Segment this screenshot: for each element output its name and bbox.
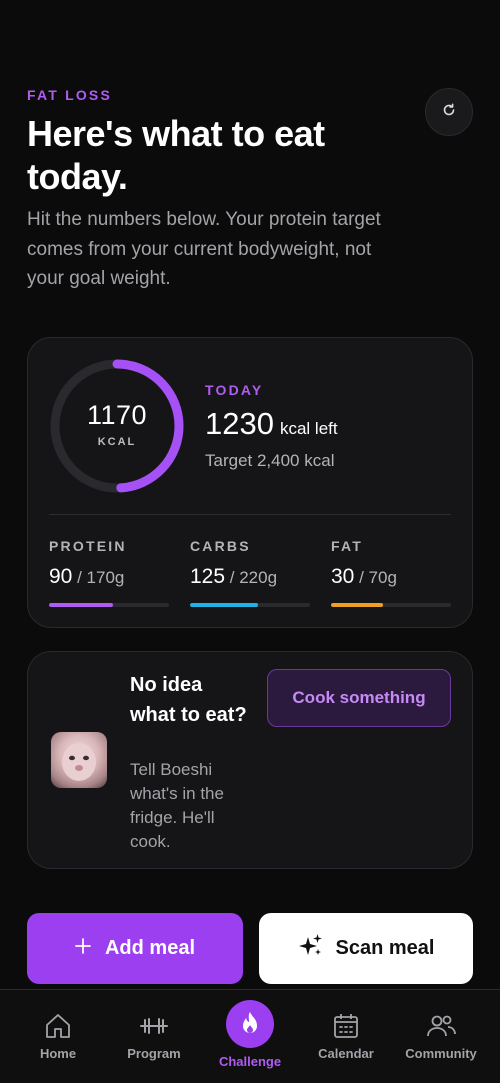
macro-protein: PROTEIN 90 / 170g: [49, 538, 169, 607]
tab-home[interactable]: Home: [10, 1012, 106, 1061]
macro-value: 90: [49, 565, 73, 588]
calories-consumed: 1170: [86, 400, 148, 430]
macro-carbs: CARBS 125 / 220g: [190, 538, 310, 607]
cook-title: No idea what to eat?: [130, 674, 247, 726]
macro-progress-fill: [190, 603, 259, 607]
goal-eyebrow: FAT LOSS: [27, 87, 113, 103]
macro-progress-track: [49, 603, 169, 607]
macro-label: CARBS: [190, 538, 251, 554]
tab-community[interactable]: Community: [393, 1012, 489, 1061]
add-meal-button[interactable]: Add meal: [27, 913, 243, 984]
macro-progress-fill: [331, 603, 383, 607]
macro-progress-track: [190, 603, 310, 607]
tab-label: Program: [127, 1046, 181, 1061]
kcal-left: 1230 kcal left: [205, 406, 338, 442]
macro-progress-track: [331, 603, 451, 607]
scan-meal-button[interactable]: Scan meal: [259, 913, 473, 984]
challenge-button-circle: [226, 1000, 274, 1048]
sparkles-icon: [298, 933, 324, 965]
calories-unit: KCAL: [97, 436, 137, 448]
scan-meal-label: Scan meal: [335, 937, 435, 959]
tab-label: Community: [405, 1046, 477, 1061]
macro-goal: 70g: [368, 568, 397, 587]
tab-program[interactable]: Program: [106, 1012, 202, 1061]
macro-values: 90 / 170g: [49, 565, 125, 588]
calorie-target: Target 2,400 kcal: [205, 451, 335, 470]
macro-label: FAT: [331, 538, 364, 554]
flame-icon: [240, 1011, 260, 1038]
tab-calendar[interactable]: Calendar: [298, 1012, 394, 1061]
page-title: Here's what to eat today.: [27, 113, 325, 197]
cook-suggestion-card: No idea what to eat? Tell Boeshi what's …: [27, 651, 473, 869]
cook-subtitle: Tell Boeshi what's in the fridge. He'll …: [130, 760, 224, 851]
dumbbell-icon: [139, 1016, 169, 1039]
macro-value: 125: [190, 565, 226, 588]
kcal-left-unit: kcal left: [279, 419, 338, 438]
plus-icon: [75, 937, 91, 960]
macro-values: 125 / 220g: [190, 565, 278, 588]
macro-label: PROTEIN: [49, 538, 127, 554]
add-meal-label: Add meal: [104, 937, 196, 959]
page-subtitle: Hit the numbers below. Your protein targ…: [27, 209, 381, 289]
macro-values: 30 / 70g: [331, 565, 397, 588]
people-icon: [426, 1013, 456, 1042]
macro-fat: FAT 30 / 70g: [331, 538, 451, 607]
kcal-left-value: 1230: [205, 406, 274, 441]
macro-progress-fill: [49, 603, 113, 607]
macro-value: 30: [331, 565, 355, 588]
tab-label: Challenge: [218, 1054, 282, 1069]
macro-goal: 170g: [86, 568, 125, 587]
home-icon: [44, 1012, 72, 1043]
tab-label: Calendar: [318, 1046, 374, 1061]
tab-label: Home: [39, 1046, 77, 1061]
calendar-icon: [332, 1012, 360, 1043]
bottom-tab-bar: Home Program Challenge Calendar Communit…: [0, 989, 500, 1083]
refresh-icon: [441, 102, 457, 123]
cook-something-button[interactable]: Cook something: [267, 669, 451, 727]
boeshi-avatar: [51, 732, 107, 788]
tab-challenge[interactable]: Challenge: [202, 1000, 298, 1069]
today-label: TODAY: [205, 382, 264, 398]
refresh-button[interactable]: [425, 88, 473, 136]
macro-goal: 220g: [239, 568, 278, 587]
calorie-summary-card: 1170 KCAL TODAY 1230 kcal left Target 2,4…: [27, 337, 473, 628]
divider: [49, 514, 451, 515]
